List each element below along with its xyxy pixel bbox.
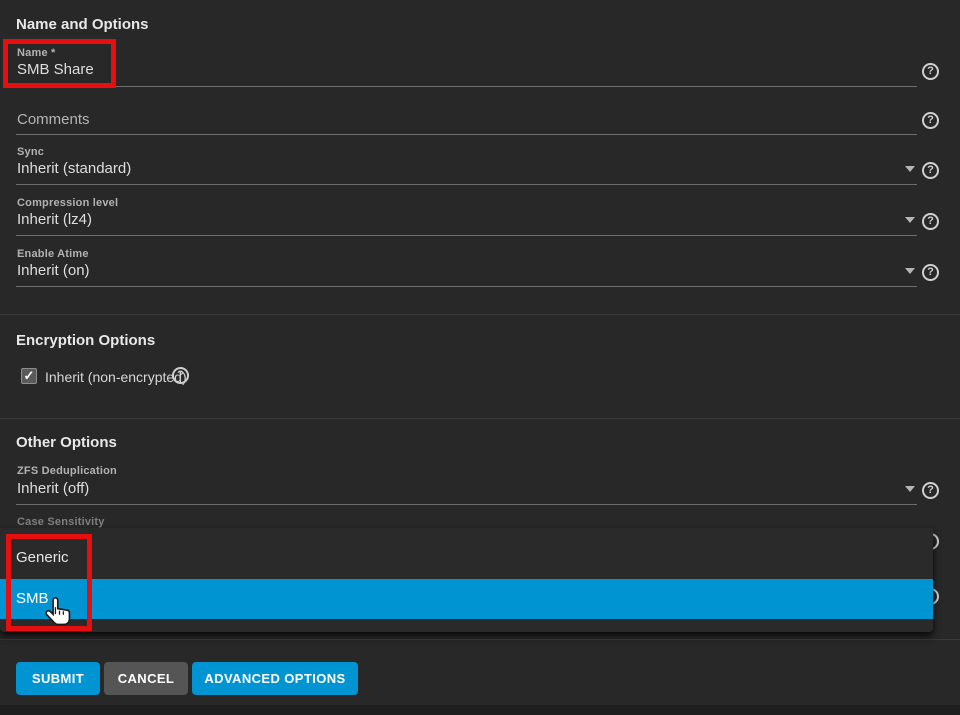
atime-help-icon[interactable]: ? <box>922 264 939 281</box>
dedup-select-value[interactable]: Inherit (off) <box>17 480 89 497</box>
comments-field-label[interactable]: Comments <box>17 111 90 128</box>
add-dataset-form: Name and Options Name * SMB Share ? Comm… <box>0 0 960 715</box>
section-divider <box>0 314 960 315</box>
atime-select-value[interactable]: Inherit (on) <box>17 262 90 279</box>
comments-help-icon[interactable]: ? <box>922 112 939 129</box>
sync-select-label: Sync <box>17 146 44 158</box>
case-sensitivity-label: Case Sensitivity <box>17 516 105 528</box>
inherit-encryption-checkbox[interactable]: ✓ <box>21 368 37 384</box>
name-field-underline <box>16 86 917 87</box>
page-bottom-edge <box>0 705 960 715</box>
atime-select-label: Enable Atime <box>17 248 89 260</box>
name-field-label: Name * <box>17 47 56 59</box>
sync-help-icon[interactable]: ? <box>922 162 939 179</box>
compression-help-icon[interactable]: ? <box>922 213 939 230</box>
cancel-button[interactable]: CANCEL <box>104 662 188 695</box>
inherit-encryption-checkbox-label: Inherit (non-encrypted) <box>45 369 187 385</box>
section-heading-other-options: Other Options <box>16 434 117 451</box>
dedup-chevron-down-icon[interactable] <box>905 486 915 492</box>
dedup-select-underline <box>16 504 917 505</box>
sync-select-value[interactable]: Inherit (standard) <box>17 160 131 177</box>
section-divider <box>0 639 960 640</box>
advanced-options-button[interactable]: ADVANCED OPTIONS <box>192 662 358 695</box>
submit-button[interactable]: SUBMIT <box>16 662 100 695</box>
section-heading-encryption-options: Encryption Options <box>16 332 155 349</box>
case-sensitivity-dropdown-panel: Generic SMB <box>0 528 933 632</box>
dedup-select-label: ZFS Deduplication <box>17 465 117 477</box>
compression-select-underline <box>16 235 917 236</box>
compression-select-label: Compression level <box>17 197 118 209</box>
sync-select-underline <box>16 184 917 185</box>
section-divider <box>0 418 960 419</box>
sync-chevron-down-icon[interactable] <box>905 166 915 172</box>
dedup-help-icon[interactable]: ? <box>922 482 939 499</box>
atime-select-underline <box>16 286 917 287</box>
atime-chevron-down-icon[interactable] <box>905 268 915 274</box>
name-help-icon[interactable]: ? <box>922 63 939 80</box>
comments-field-underline <box>16 134 917 135</box>
compression-select-value[interactable]: Inherit (lz4) <box>17 211 92 228</box>
section-heading-name-and-options: Name and Options <box>16 16 149 33</box>
encryption-help-icon[interactable]: ? <box>172 367 189 384</box>
dropdown-option-smb[interactable]: SMB <box>0 579 933 619</box>
name-field-value[interactable]: SMB Share <box>17 61 94 78</box>
dropdown-option-generic[interactable]: Generic <box>0 536 933 579</box>
compression-chevron-down-icon[interactable] <box>905 217 915 223</box>
